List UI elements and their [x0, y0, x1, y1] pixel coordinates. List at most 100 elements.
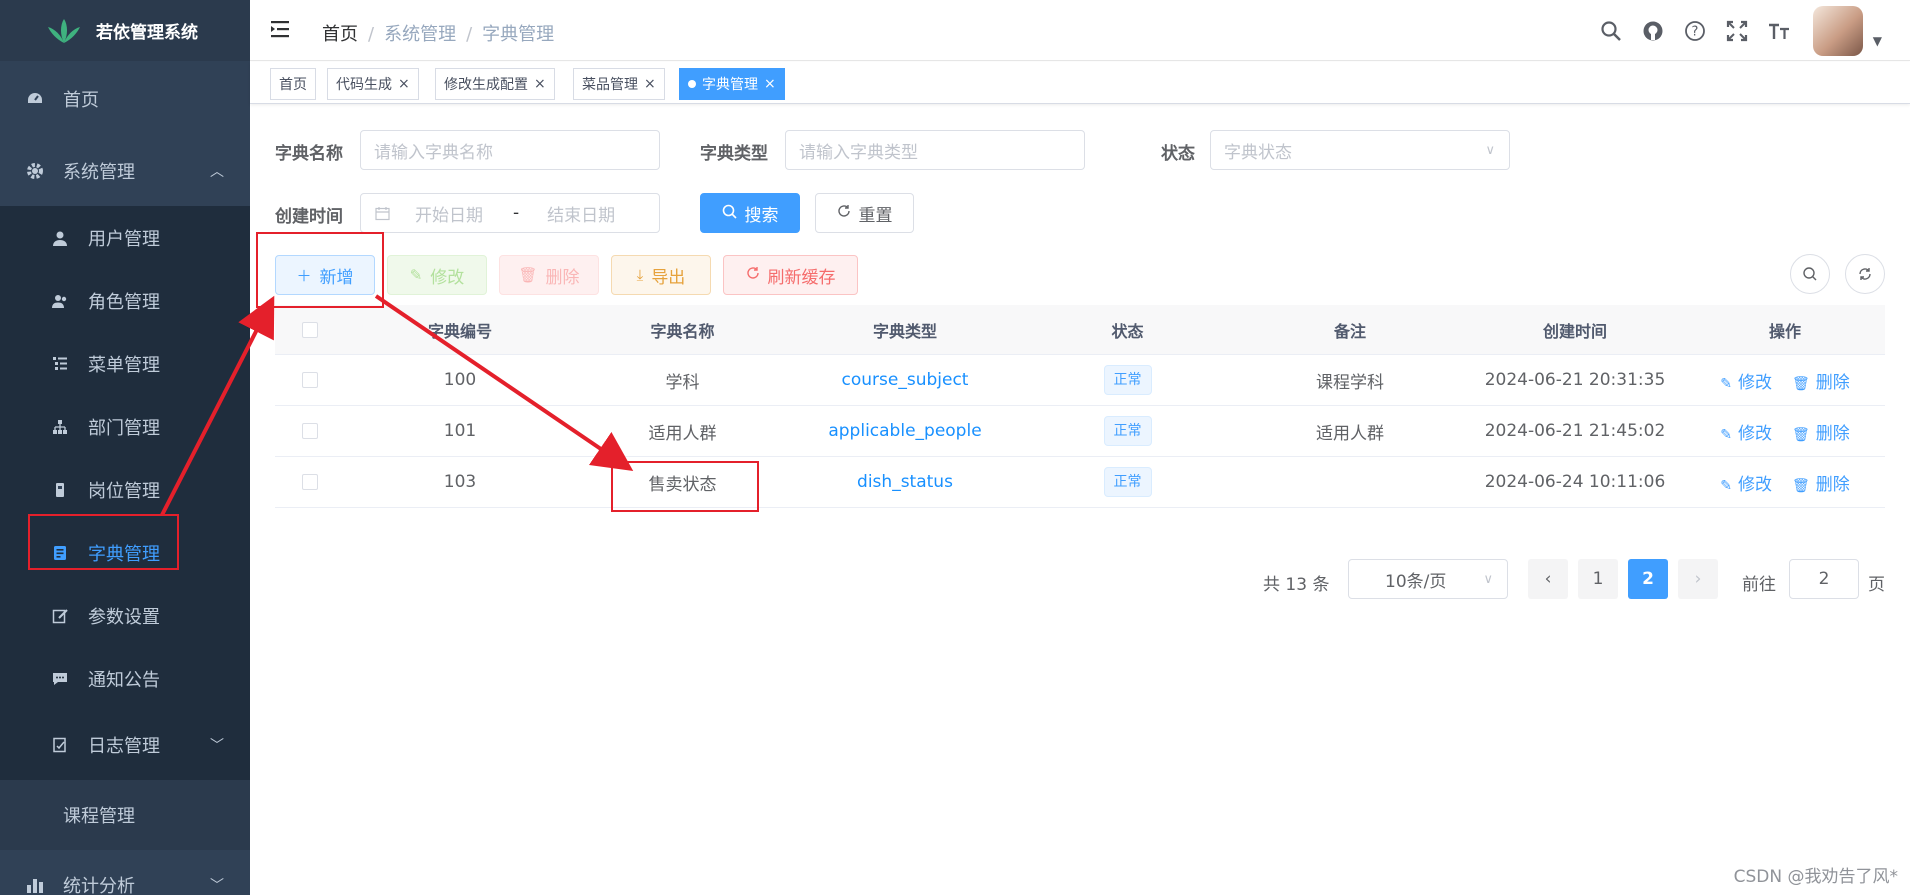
avatar[interactable] [1812, 5, 1863, 56]
goto-page-input[interactable]: 2 [1789, 559, 1859, 599]
sidebar-item-user[interactable]: 用户管理 [0, 206, 250, 269]
next-page-button[interactable]: › [1678, 559, 1718, 599]
edit-button[interactable]: ✎ 修改 [387, 255, 487, 295]
caret-down-icon[interactable]: ▼ [1873, 34, 1882, 48]
sidebar-item-system[interactable]: 系统管理 ︿ [0, 136, 250, 206]
edit-button-label: 修改 [430, 267, 465, 288]
table-header: 字典编号 字典名称 字典类型 状态 备注 创建时间 操作 [275, 305, 1885, 355]
breadcrumb-item: 系统管理 [384, 24, 457, 45]
dict-type-link[interactable]: dish_status [790, 472, 1020, 492]
sidebar-item-dept[interactable]: 部门管理 [0, 395, 250, 458]
status-select[interactable]: 字典状态 ∨ [1210, 130, 1510, 170]
dict-table: 字典编号 字典名称 字典类型 状态 备注 创建时间 操作 100 学科 cour… [275, 305, 1885, 508]
tag-label: 代码生成 [336, 77, 392, 93]
prev-page-button[interactable]: ‹ [1528, 559, 1568, 599]
column-header: 字典编号 [427, 321, 492, 341]
breadcrumb-item: 字典管理 [482, 24, 555, 45]
search-button-label: 搜索 [744, 205, 779, 226]
sidebar-item-post[interactable]: 岗位管理 [0, 458, 250, 521]
page-number-1[interactable]: 1 [1578, 559, 1618, 599]
close-icon[interactable]: × [764, 76, 776, 92]
sidebar-item-config[interactable]: 参数设置 [0, 584, 250, 647]
reset-button[interactable]: 重置 [815, 193, 914, 233]
sidebar-item-log[interactable]: 日志管理 ﹀ [0, 710, 250, 780]
sidebar-item-label: 用户管理 [88, 228, 160, 250]
chevron-down-icon: ∨ [1483, 571, 1493, 587]
row-delete-button[interactable]: 🗑 删除 [1792, 424, 1850, 444]
status-badge: 正常 [1103, 365, 1152, 395]
search-icon [1803, 267, 1817, 281]
dict-type-link[interactable]: applicable_people [790, 421, 1020, 441]
date-range-picker[interactable]: 开始日期 - 结束日期 [360, 193, 660, 233]
dashboard-icon [25, 89, 45, 109]
navbar: 首页 / 系统管理 / 字典管理 ? ▼ [250, 0, 1910, 61]
delete-button[interactable]: 🗑 删除 [499, 255, 599, 295]
sidebar-item-notice[interactable]: 通知公告 [0, 647, 250, 710]
sidebar-item-label: 参数设置 [88, 606, 160, 628]
toggle-search-button[interactable] [1790, 254, 1830, 294]
search-icon[interactable] [1599, 19, 1623, 43]
breadcrumb-item[interactable]: 首页 [322, 24, 358, 45]
status-badge: 正常 [1103, 416, 1152, 446]
edit-icon: ✎ [1720, 426, 1732, 443]
logo-icon [48, 18, 80, 43]
sidebar-item-course[interactable]: 课程管理 [0, 780, 250, 850]
row-edit-button[interactable]: ✎ 修改 [1720, 475, 1772, 495]
column-header: 操作 [1768, 321, 1801, 341]
sidebar-item-label: 通知公告 [88, 669, 160, 691]
logo[interactable]: 若依管理系统 [0, 0, 250, 61]
trash-icon: 🗑 [1791, 477, 1810, 494]
select-all-checkbox[interactable] [302, 321, 318, 338]
refresh-cache-button[interactable]: 刷新缓存 [723, 255, 858, 295]
sidebar-item-role[interactable]: 角色管理 [0, 269, 250, 332]
tag-gen-edit[interactable]: 修改生成配置 × [435, 68, 555, 100]
edit-icon: ✎ [1720, 375, 1732, 392]
font-size-icon[interactable] [1767, 19, 1791, 43]
dict-type-input[interactable]: 请输入字典类型 [785, 130, 1085, 170]
tag-home[interactable]: 首页 [270, 68, 316, 100]
row-checkbox[interactable] [302, 474, 318, 490]
peoples-icon [50, 291, 70, 311]
dict-name-placeholder: 请输入字典名称 [374, 142, 493, 163]
sidebar-item-stats[interactable]: 统计分析 ﹀ [0, 850, 250, 895]
fullscreen-icon[interactable] [1725, 19, 1749, 43]
sidebar-item-home[interactable]: 首页 [0, 61, 250, 136]
watermark: CSDN @我劝告了风* [1733, 867, 1898, 887]
tag-dict[interactable]: 字典管理 × [679, 68, 785, 100]
question-icon[interactable]: ? [1683, 19, 1707, 43]
row-checkbox[interactable] [302, 423, 318, 439]
edit-icon: ✎ [1720, 477, 1732, 494]
active-dot-icon [688, 80, 696, 88]
tag-dish[interactable]: 菜品管理 × [573, 68, 665, 100]
post-icon [50, 480, 70, 500]
export-button[interactable]: ⤓ 导出 [611, 255, 711, 295]
app-title: 若依管理系统 [96, 23, 198, 43]
page-number-2[interactable]: 2 [1628, 559, 1668, 599]
refresh-icon [837, 204, 851, 222]
dict-created: 2024-06-21 20:31:35 [1484, 370, 1666, 390]
row-edit-button[interactable]: ✎ 修改 [1720, 373, 1772, 393]
status-label: 状态 [1161, 144, 1195, 164]
row-checkbox[interactable] [302, 372, 318, 388]
page-size-select[interactable]: 10条/页 ∨ [1348, 559, 1508, 599]
goto-label: 前往 [1742, 575, 1776, 595]
reset-button-label: 重置 [858, 205, 893, 226]
close-icon[interactable]: × [398, 76, 410, 92]
refresh-table-button[interactable] [1845, 254, 1885, 294]
dict-name-input[interactable]: 请输入字典名称 [360, 130, 660, 170]
tag-gen[interactable]: 代码生成 × [327, 68, 419, 100]
search-button[interactable]: 搜索 [700, 193, 800, 233]
row-delete-button[interactable]: 🗑 删除 [1792, 373, 1850, 393]
hamburger-icon[interactable] [270, 18, 292, 40]
tag-label: 首页 [279, 77, 307, 93]
refresh-icon [1859, 268, 1871, 280]
dict-type-link[interactable]: course_subject [790, 370, 1020, 390]
close-icon[interactable]: × [534, 76, 546, 92]
chevron-down-icon: ﹀ [210, 878, 224, 894]
row-delete-button[interactable]: 🗑 删除 [1792, 475, 1850, 495]
github-icon[interactable] [1641, 19, 1665, 43]
row-edit-button[interactable]: ✎ 修改 [1720, 424, 1772, 444]
trash-icon: 🗑 [1791, 426, 1810, 443]
close-icon[interactable]: × [644, 76, 656, 92]
sidebar-item-menu[interactable]: 菜单管理 [0, 332, 250, 395]
